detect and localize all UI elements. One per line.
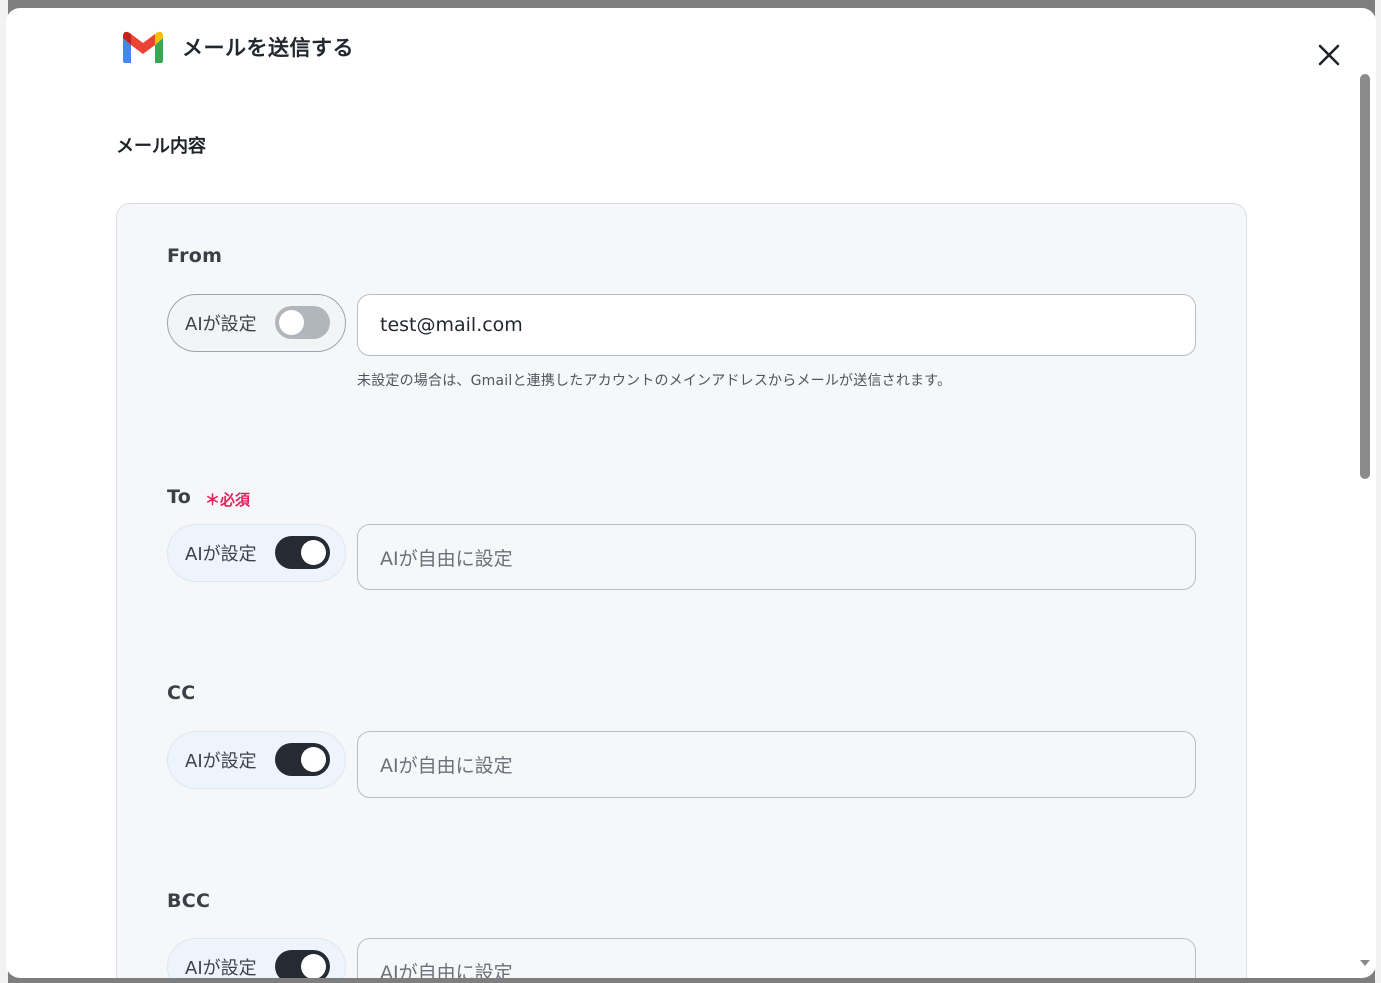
from-value: test@mail.com — [380, 314, 523, 336]
to-ai-setting[interactable]: AIが設定 — [167, 524, 346, 582]
cc-input[interactable]: AIが自由に設定 — [357, 731, 1196, 798]
bcc-input[interactable]: AIが自由に設定 — [357, 938, 1196, 978]
cc-ai-toggle[interactable] — [275, 743, 330, 776]
send-email-modal: メールを送信する メール内容 From AIが設定 test@mail.com … — [6, 8, 1376, 978]
gmail-icon — [123, 31, 163, 63]
modal-header: メールを送信する — [120, 22, 354, 72]
bcc-placeholder: AIが自由に設定 — [380, 961, 513, 979]
required-badge: ＊必須 — [205, 491, 251, 509]
section-title: メール内容 — [116, 136, 206, 157]
email-content-panel: From AIが設定 test@mail.com 未設定の場合は、Gmailと連… — [116, 203, 1247, 978]
from-label: From — [167, 245, 223, 267]
bcc-ai-toggle[interactable] — [275, 950, 330, 978]
from-ai-toggle[interactable] — [275, 306, 330, 339]
to-label: To — [167, 486, 192, 508]
toggle-knob — [301, 954, 326, 978]
scroll-down-arrow-icon[interactable] — [1360, 960, 1370, 966]
modal-scrollbar[interactable] — [1360, 70, 1370, 978]
toggle-knob — [301, 747, 326, 772]
cc-label: CC — [167, 682, 196, 704]
from-input[interactable]: test@mail.com — [357, 294, 1196, 356]
bcc-ai-setting[interactable]: AIが設定 — [167, 938, 346, 978]
to-ai-label: AIが設定 — [185, 544, 257, 565]
from-help-text: 未設定の場合は、Gmailと連携したアカウントのメインアドレスからメールが送信さ… — [357, 373, 952, 389]
scroll-thumb[interactable] — [1360, 74, 1370, 479]
cc-ai-setting[interactable]: AIが設定 — [167, 731, 346, 789]
toggle-knob — [279, 310, 304, 335]
bcc-label: BCC — [167, 890, 211, 912]
cc-ai-label: AIが設定 — [185, 751, 257, 772]
from-ai-label: AIが設定 — [185, 314, 257, 335]
to-placeholder: AIが自由に設定 — [380, 547, 513, 570]
to-input[interactable]: AIが自由に設定 — [357, 524, 1196, 590]
bcc-ai-label: AIが設定 — [185, 958, 257, 978]
modal-title: メールを送信する — [182, 36, 354, 60]
from-ai-setting[interactable]: AIが設定 — [167, 294, 346, 352]
toggle-knob — [301, 540, 326, 565]
cc-placeholder: AIが自由に設定 — [380, 755, 513, 777]
close-icon[interactable] — [1314, 40, 1344, 70]
to-ai-toggle[interactable] — [275, 536, 330, 569]
